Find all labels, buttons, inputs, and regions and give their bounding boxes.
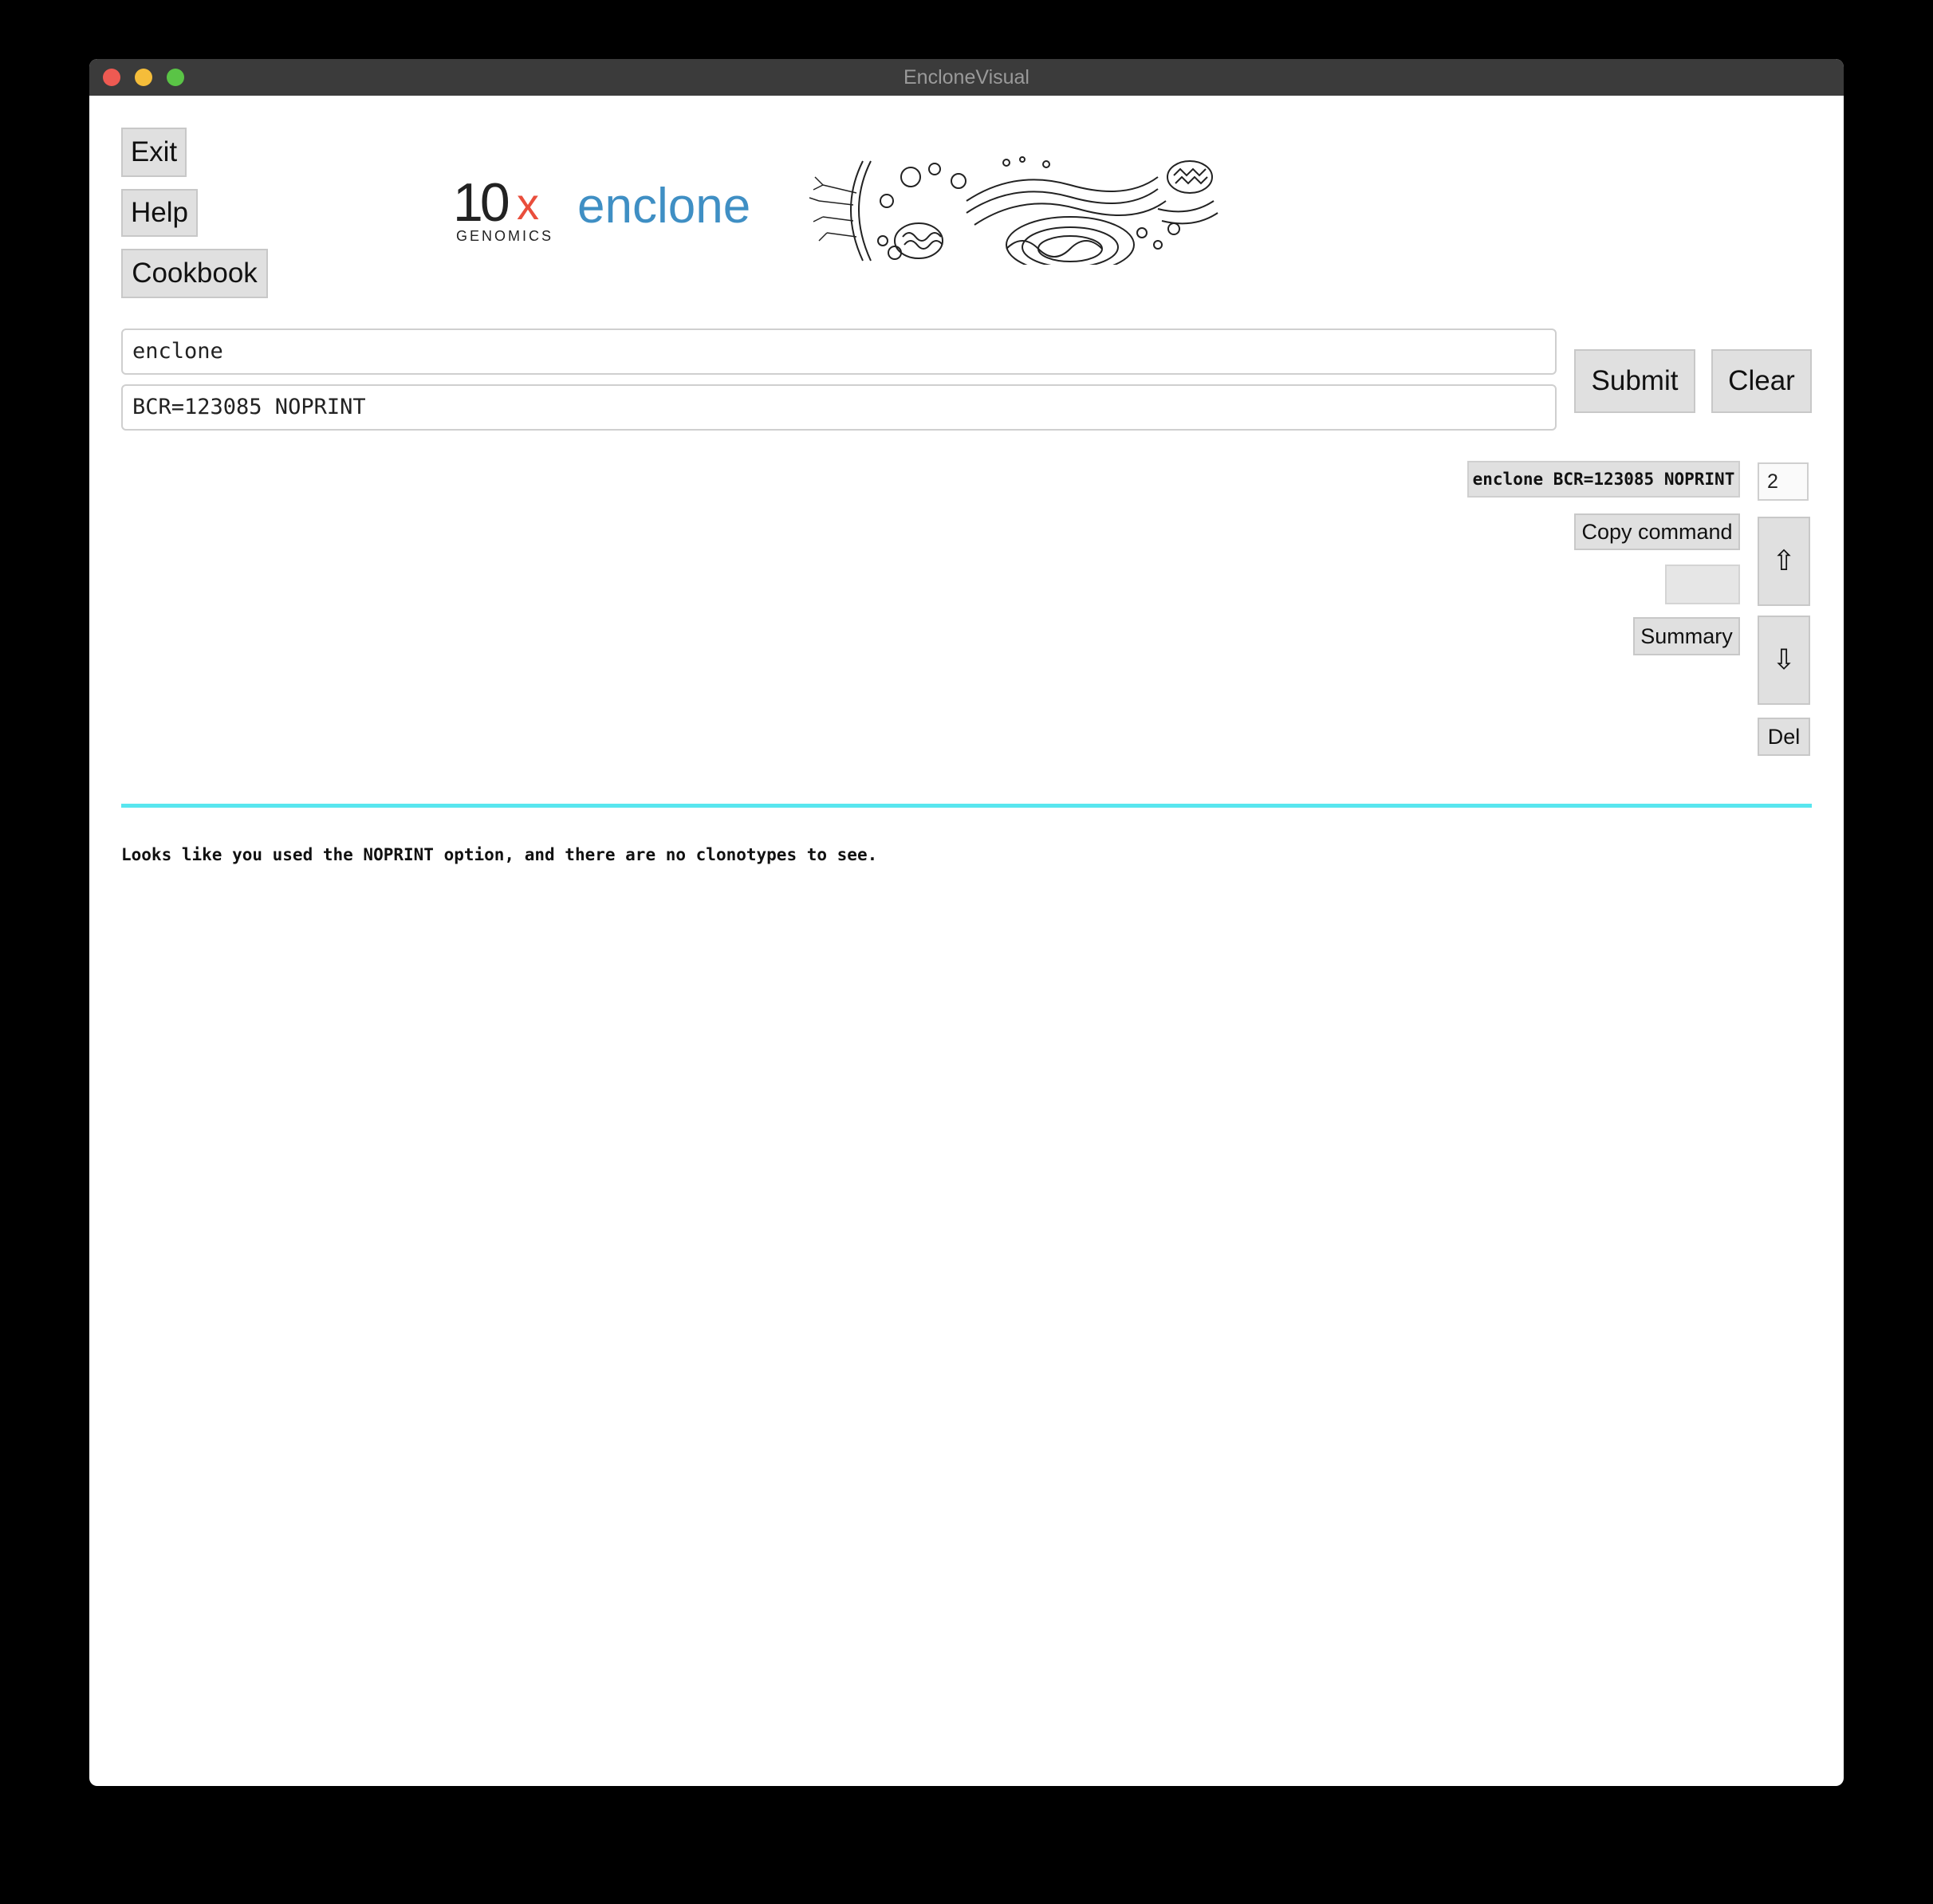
logo-10x-number: 10	[453, 172, 510, 233]
logo-genomics-text: GENOMICS	[456, 228, 554, 244]
copy-command-button[interactable]: Copy command	[1574, 513, 1740, 550]
blank-button[interactable]	[1665, 565, 1740, 604]
history-down-button[interactable]: ⇩	[1758, 616, 1810, 705]
summary-button[interactable]: Summary	[1633, 617, 1740, 655]
close-window-icon[interactable]	[103, 69, 120, 86]
cell-illustration	[809, 156, 1218, 265]
command-args-input[interactable]: BCR=123085 NOPRINT	[121, 384, 1557, 431]
history-command-display: enclone BCR=123085 NOPRINT	[1467, 461, 1740, 498]
history-index-field[interactable]: 2	[1758, 462, 1809, 501]
cookbook-button[interactable]: Cookbook	[121, 249, 268, 298]
submit-button[interactable]: Submit	[1574, 349, 1695, 413]
exit-button[interactable]: Exit	[121, 128, 187, 177]
history-up-button[interactable]: ⇧	[1758, 517, 1810, 606]
delete-button[interactable]: Del	[1758, 718, 1810, 756]
output-message: Looks like you used the NOPRINT option, …	[121, 845, 878, 864]
window-title: EncloneVisual	[904, 66, 1029, 89]
enclone-logo: enclone	[577, 179, 751, 234]
output-divider	[121, 804, 1812, 808]
app-window: EncloneVisual Exit Help Cookbook 10 x GE…	[89, 59, 1844, 1786]
minimize-window-icon[interactable]	[135, 69, 152, 86]
command-name-input[interactable]: enclone	[121, 328, 1557, 375]
maximize-window-icon[interactable]	[167, 69, 184, 86]
title-bar: EncloneVisual	[89, 59, 1844, 96]
clear-button[interactable]: Clear	[1711, 349, 1812, 413]
10x-genomics-logo: 10 x GENOMICS	[453, 172, 554, 247]
help-button[interactable]: Help	[121, 189, 198, 237]
logo-10x-x: x	[517, 179, 539, 229]
